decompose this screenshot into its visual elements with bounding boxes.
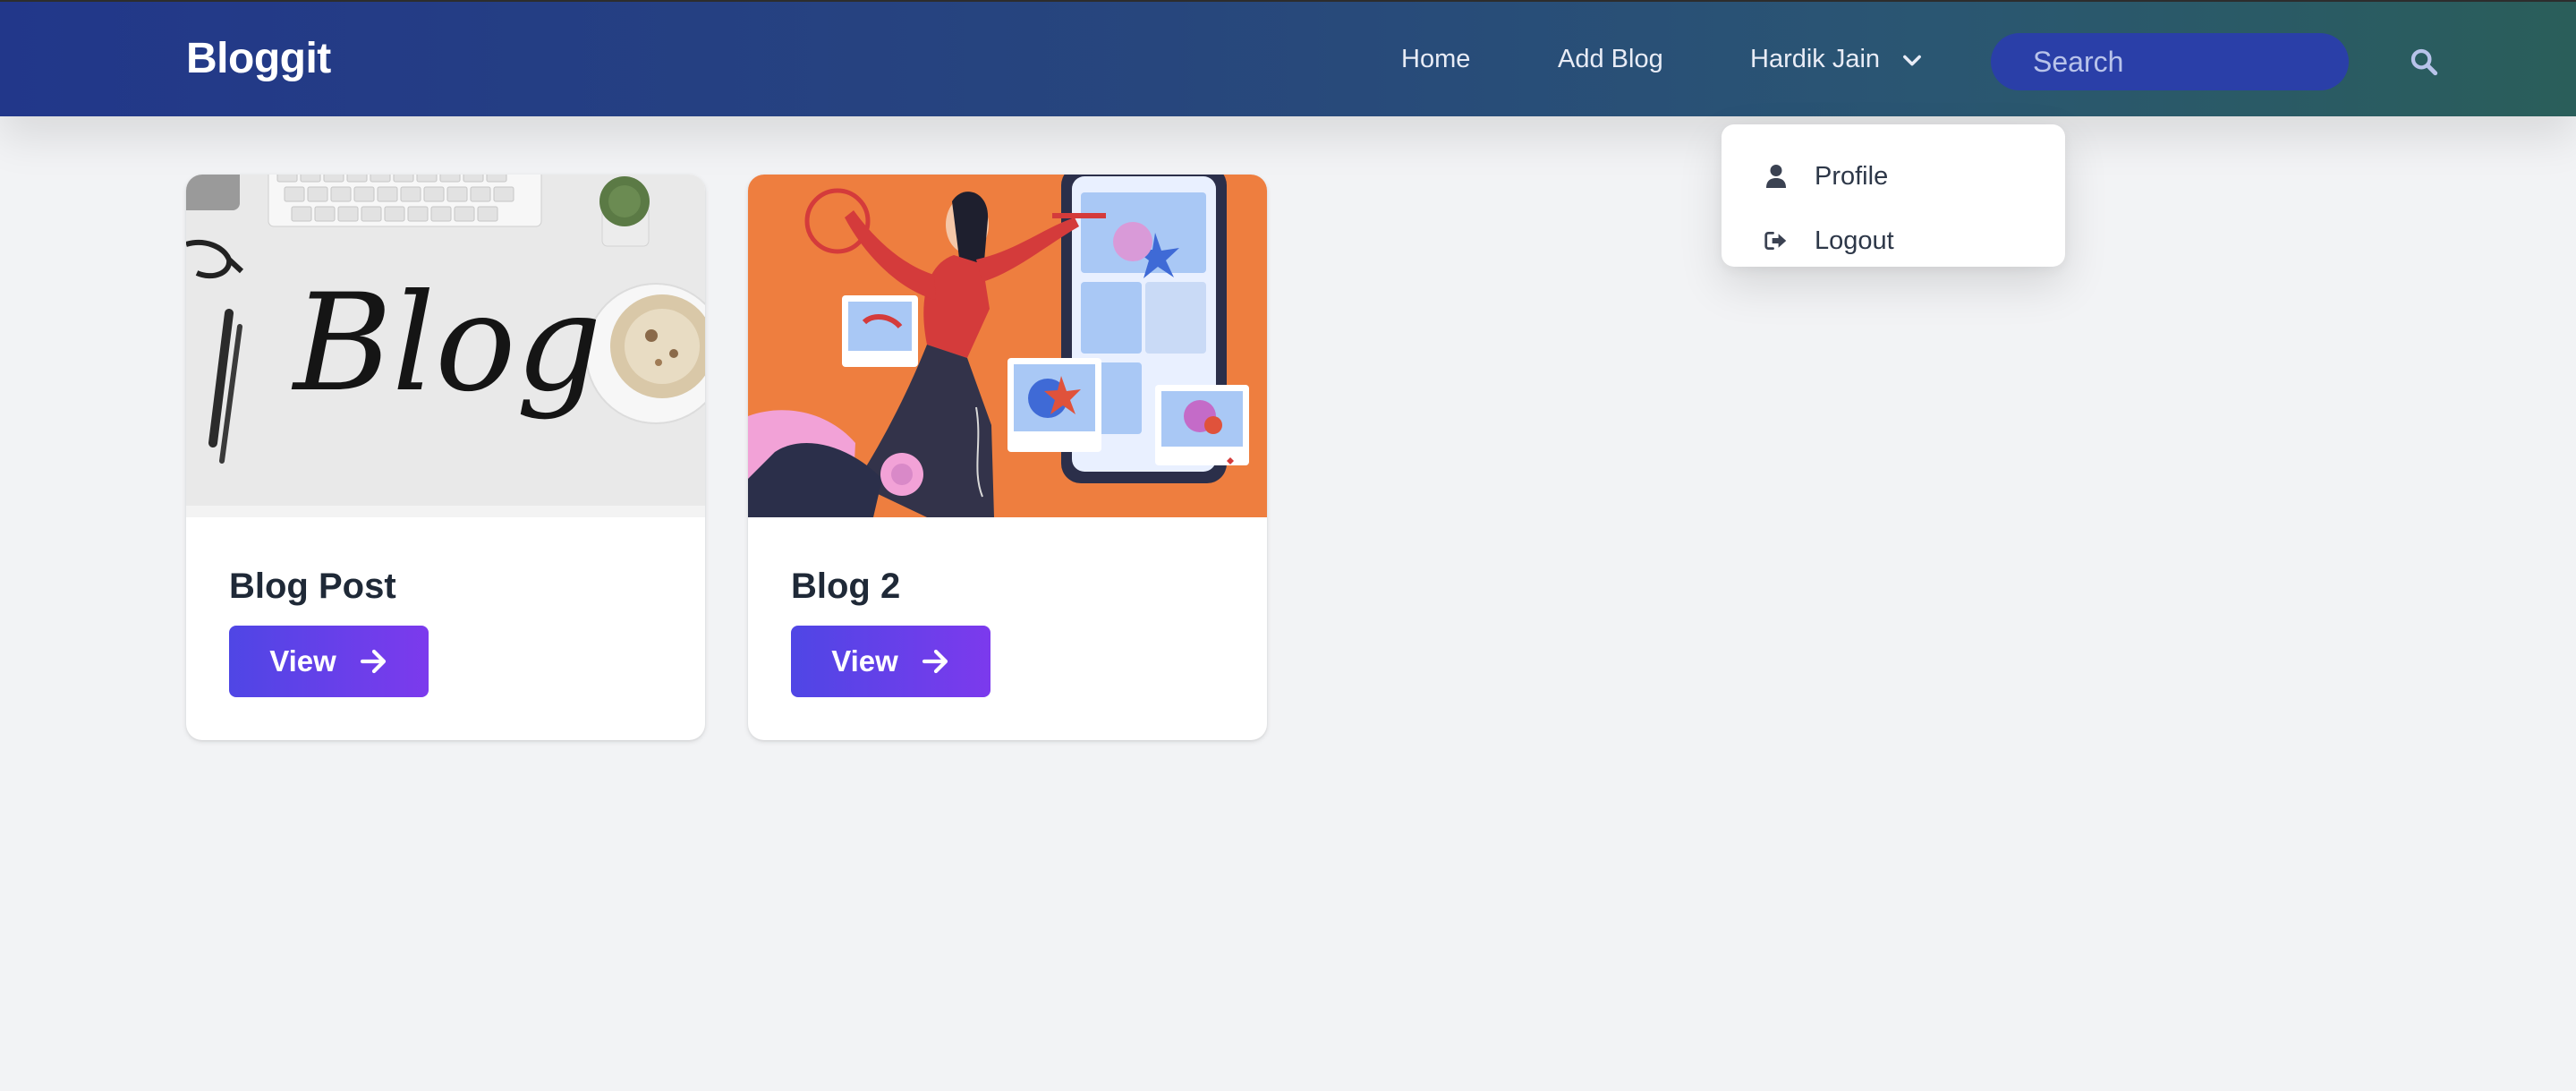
dropdown-item-label: Logout [1815, 226, 1894, 255]
blog-card: Blog Blog Post View [186, 175, 705, 740]
brand-logo[interactable]: Bloggit [186, 34, 331, 83]
view-button-label: View [269, 644, 336, 678]
nav-home-link[interactable]: Home [1401, 45, 1470, 74]
logout-icon [1764, 227, 1788, 254]
arrow-right-icon [360, 649, 386, 674]
nav-add-blog-link[interactable]: Add Blog [1558, 45, 1663, 74]
dropdown-item-label: Profile [1815, 161, 1889, 191]
search-icon[interactable] [2409, 45, 2439, 79]
navbar: Bloggit Home Add Blog Hardik Jain [0, 0, 2576, 116]
view-button-label: View [831, 644, 898, 678]
blog-card: Blog 2 View [748, 175, 1267, 740]
blog-card-title[interactable]: Blog 2 [791, 567, 900, 607]
arrow-right-icon [922, 649, 948, 674]
user-menu-toggle[interactable]: Hardik Jain [1750, 45, 1925, 74]
search-input[interactable] [2033, 45, 2409, 79]
search-bar [1991, 33, 2438, 90]
dropdown-item-logout[interactable]: Logout [1722, 209, 2065, 273]
svg-text:Blog: Blog [291, 266, 602, 422]
view-blog-button[interactable]: View [791, 626, 990, 697]
dropdown-item-profile[interactable]: Profile [1722, 144, 2065, 209]
view-blog-button[interactable]: View [229, 626, 429, 697]
blog-cover-image: Blog [186, 175, 705, 517]
chevron-down-icon [1903, 55, 1921, 65]
user-name: Hardik Jain [1750, 45, 1881, 73]
user-dropdown-menu: Profile Logout [1722, 124, 2065, 267]
blog-card-title[interactable]: Blog Post [229, 567, 396, 607]
blog-cover-image [748, 175, 1267, 517]
user-icon [1764, 163, 1788, 190]
